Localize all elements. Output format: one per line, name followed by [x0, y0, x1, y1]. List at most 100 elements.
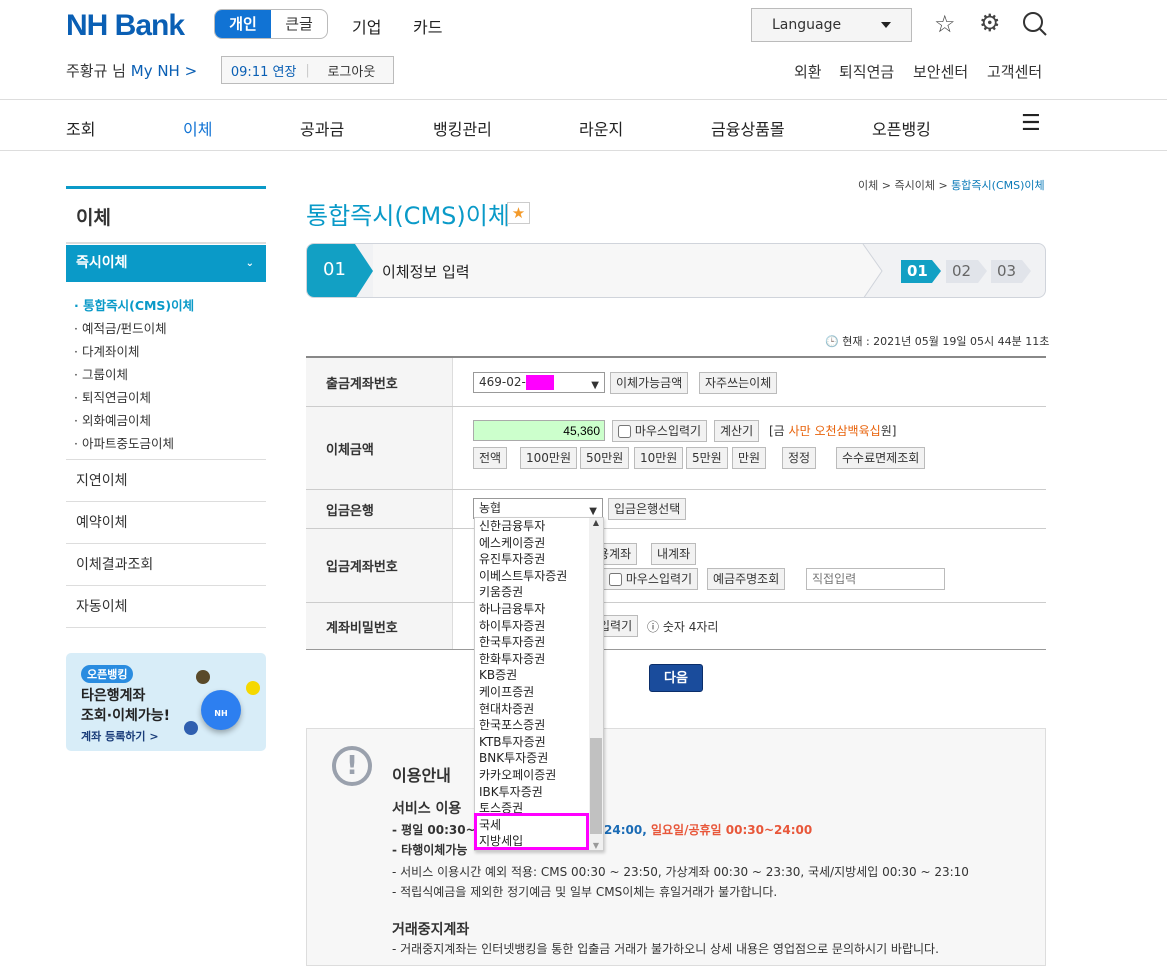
mode-toggle: 개인 큰글 [214, 9, 328, 39]
available-amount-button[interactable]: 이체가능금액 [610, 372, 689, 394]
label-to-account: 입금계좌번호 [306, 529, 453, 602]
quick-50k[interactable]: 5만원 [686, 447, 728, 469]
dropdown-option[interactable]: IBK투자증권 [475, 784, 590, 801]
breadcrumb: 이체 > 즉시이체 > 통합즉시(CMS)이체 [858, 179, 1045, 192]
star-icon[interactable]: ☆ [934, 10, 956, 38]
gnb-banking-mgmt[interactable]: 뱅킹관리 [433, 116, 492, 140]
to-mouse-keypad[interactable]: 마우스입력기 [603, 568, 699, 590]
favorite-star-icon[interactable]: ★ [507, 202, 530, 224]
dropdown-option[interactable]: 한국포스증권 [475, 717, 590, 734]
dropdown-option[interactable]: 한화투자증권 [475, 651, 590, 668]
nh-coin-icon: NH [201, 690, 241, 730]
tab-personal[interactable]: 개인 [215, 10, 271, 38]
dropdown-option[interactable]: 현대차증권 [475, 701, 590, 718]
util-forex[interactable]: 외환 [794, 61, 822, 82]
dropdown-option[interactable]: KTB투자증권 [475, 734, 590, 751]
suspended-title: 거래중지계좌 [392, 922, 470, 938]
quick-reset[interactable]: 정정 [782, 447, 817, 469]
sidebar-item-delayed[interactable]: 지연이체 [66, 460, 266, 502]
dropdown-option[interactable]: 이베스트투자증권 [475, 568, 590, 585]
select-bank-button[interactable]: 입금은행선택 [608, 498, 687, 520]
dropdown-option[interactable]: 카카오페이증권 [475, 767, 590, 784]
gnb-lounge[interactable]: 라운지 [579, 116, 623, 140]
direct-input[interactable] [806, 568, 945, 590]
step-2: 02 [952, 262, 972, 280]
dropdown-option[interactable]: 신한금융투자 [475, 518, 590, 535]
gnb-inquiry[interactable]: 조회 [66, 116, 95, 140]
session-extend-button[interactable]: 09:11 연장 [222, 61, 305, 80]
util-security[interactable]: 보안센터 [913, 61, 968, 82]
banner-line1: 타은행계좌 [81, 688, 146, 704]
page-title: 통합즉시(CMS)이체 [306, 202, 510, 230]
guide-title: 이용안내 [392, 766, 451, 785]
dropdown-option[interactable]: 에스케이증권 [475, 535, 590, 552]
dropdown-scrollbar[interactable]: ▲ ▼ [589, 518, 603, 850]
sidebar-item-instant[interactable]: 즉시이체 ⌄ [66, 245, 266, 282]
util-customer[interactable]: 고객센터 [987, 61, 1042, 82]
dropdown-option[interactable]: 케이프증권 [475, 684, 590, 701]
util-pension[interactable]: 퇴직연금 [839, 61, 894, 82]
dropdown-option[interactable]: 하나금융투자 [475, 601, 590, 618]
quick-500k[interactable]: 50만원 [580, 447, 630, 469]
from-account-select[interactable]: 469-02- ▼ [473, 372, 605, 393]
gnb-products[interactable]: 금융상품몰 [711, 116, 785, 140]
name-check-button[interactable]: 예금주명조회 [707, 568, 786, 590]
service-title: 서비스 이용 [392, 801, 462, 817]
sidebar-item-auto[interactable]: 자동이체 [66, 586, 266, 628]
session-box: 09:11 연장 | 로그아웃 [221, 56, 394, 84]
suspended-note: - 거래중지계좌는 인터넷뱅킹을 통한 입출금 거래가 불가하오니 상세 내용은… [392, 942, 939, 956]
tab-large-text[interactable]: 큰글 [271, 10, 327, 38]
sidebar-sub-multi[interactable]: · 다계좌이체 [74, 341, 139, 360]
label-from-account: 출금계좌번호 [306, 358, 453, 406]
dropdown-option[interactable]: 키움증권 [475, 584, 590, 601]
nh-bank-logo[interactable]: NH Bank [66, 8, 185, 44]
dropdown-option[interactable]: BNK투자증권 [475, 750, 590, 767]
sidebar-item-result[interactable]: 이체결과조회 [66, 544, 266, 586]
step-3: 03 [997, 262, 1017, 280]
language-select[interactable]: Language [751, 8, 912, 42]
dropdown-option[interactable]: 하이투자증권 [475, 618, 590, 635]
sidebar-item-scheduled[interactable]: 예약이체 [66, 502, 266, 544]
search-icon[interactable] [1022, 11, 1048, 37]
my-account-button[interactable]: 내계좌 [651, 543, 697, 565]
chevron-down-icon: ▼ [591, 380, 599, 391]
dropdown-option[interactable]: 유진투자증권 [475, 551, 590, 568]
quick-10k[interactable]: 만원 [732, 447, 767, 469]
next-button[interactable]: 다음 [649, 664, 703, 692]
logout-button[interactable]: 로그아웃 [310, 61, 393, 80]
mouse-checkbox[interactable] [618, 425, 631, 438]
nav-business[interactable]: 기업 [352, 14, 381, 38]
sidebar-sub-pension[interactable]: · 퇴직연금이체 [74, 387, 151, 406]
sidebar-sub-deposit[interactable]: · 예적금/펀드이체 [74, 318, 167, 337]
dropdown-option[interactable]: KB증권 [475, 667, 590, 684]
exception-hours: - 서비스 이용시간 예외 적용: CMS 00:30 ~ 23:50, 가상계… [392, 865, 969, 879]
my-nh-link[interactable]: My NH > [131, 62, 197, 80]
quick-100k[interactable]: 10만원 [634, 447, 684, 469]
bank-dropdown-list[interactable]: ▲ ▼ 신한금융투자 에스케이증권 유진투자증권 이베스트투자증권 키움증권 하나금융투자 하… [474, 517, 604, 851]
quick-all[interactable]: 전액 [473, 447, 508, 469]
frequent-transfer-button[interactable]: 자주쓰는이체 [699, 372, 778, 394]
open-banking-banner[interactable]: 오픈뱅킹 타은행계좌 조회·이체가능! 계좌 등록하기 > NH [66, 653, 266, 751]
dropdown-option[interactable]: 한국투자증권 [475, 634, 590, 651]
fee-waiver-button[interactable]: 수수료면제조회 [836, 447, 926, 469]
sidebar-sub-group[interactable]: · 그룹이체 [74, 364, 128, 383]
nav-card[interactable]: 카드 [413, 14, 442, 38]
mouse-checkbox[interactable] [609, 573, 622, 586]
other-bank-hours: - 타행이체가능 [392, 843, 468, 857]
gnb-transfer[interactable]: 이체 [183, 116, 212, 140]
sidebar-sub-apt[interactable]: · 아파트중도금이체 [74, 433, 174, 452]
gnb-open-banking[interactable]: 오픈뱅킹 [872, 116, 931, 140]
bank-coin-icon [184, 721, 198, 735]
banner-link[interactable]: 계좌 등록하기 > [81, 728, 159, 744]
sidebar-sub-forex[interactable]: · 외화예금이체 [74, 410, 151, 429]
gnb-utility[interactable]: 공과금 [300, 116, 344, 140]
menu-icon[interactable]: ☰ [1021, 113, 1041, 135]
amount-mouse-keypad[interactable]: 마우스입력기 [612, 420, 708, 442]
gear-icon[interactable]: ⚙ [979, 9, 1001, 37]
calculator-button[interactable]: 계산기 [714, 420, 760, 442]
sidebar-title: 이체 [66, 186, 266, 244]
sidebar-sub-cms[interactable]: · 통합즉시(CMS)이체 [74, 295, 194, 314]
amount-input[interactable] [473, 420, 605, 441]
bank-select[interactable]: 농협 ▼ [473, 498, 603, 519]
quick-1m[interactable]: 100만원 [520, 447, 577, 469]
